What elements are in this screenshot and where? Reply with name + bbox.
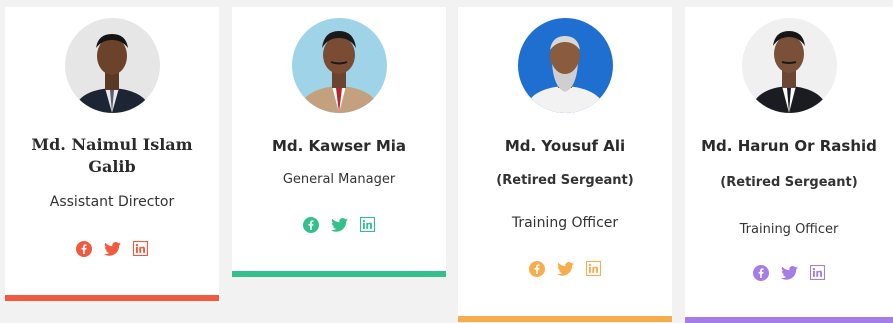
member-role: General Manager xyxy=(282,172,396,187)
member-name: Md. Kawser Mia xyxy=(271,137,407,155)
twitter-icon[interactable] xyxy=(556,260,574,277)
facebook-icon[interactable] xyxy=(76,240,93,257)
team-card-1: Md. Naimul Islam Galib Assistant Directo… xyxy=(5,7,219,301)
profile-photo xyxy=(291,18,387,113)
member-subtitle: (Retired Sergeant) xyxy=(720,175,858,190)
facebook-icon[interactable] xyxy=(303,216,320,233)
member-name: Md. Yousuf Ali xyxy=(504,137,626,155)
facebook-icon[interactable] xyxy=(753,264,770,281)
linkedin-icon[interactable] xyxy=(809,264,826,281)
member-subtitle: (Retired Sergeant) xyxy=(496,173,634,188)
card-accent-bar xyxy=(5,295,219,301)
team-card-2: Md. Kawser Mia General Manager xyxy=(232,7,446,277)
twitter-icon[interactable] xyxy=(780,264,798,281)
team-card-3: Md. Yousuf Ali (Retired Sergeant) Traini… xyxy=(458,7,672,322)
member-name: Md. Naimul Islam Galib xyxy=(31,135,193,176)
social-links xyxy=(685,264,893,282)
linkedin-icon[interactable] xyxy=(132,240,149,257)
member-role: Training Officer xyxy=(739,222,839,237)
member-role: Assistant Director xyxy=(49,194,175,210)
twitter-icon[interactable] xyxy=(330,216,348,233)
card-accent-bar xyxy=(458,316,672,322)
member-name: Md. Harun Or Rashid xyxy=(701,137,877,155)
profile-photo xyxy=(741,18,837,113)
member-role: Training Officer xyxy=(511,215,619,231)
twitter-icon[interactable] xyxy=(103,240,121,257)
linkedin-icon[interactable] xyxy=(359,216,376,233)
profile-photo xyxy=(517,18,613,113)
linkedin-icon[interactable] xyxy=(585,260,602,277)
social-links xyxy=(458,260,672,278)
team-card-4: Md. Harun Or Rashid (Retired Sergeant) T… xyxy=(685,7,893,323)
social-links xyxy=(5,240,219,258)
profile-photo xyxy=(64,18,160,113)
social-links xyxy=(232,216,446,234)
card-accent-bar xyxy=(232,271,446,277)
facebook-icon[interactable] xyxy=(529,260,546,277)
card-accent-bar xyxy=(685,317,893,323)
